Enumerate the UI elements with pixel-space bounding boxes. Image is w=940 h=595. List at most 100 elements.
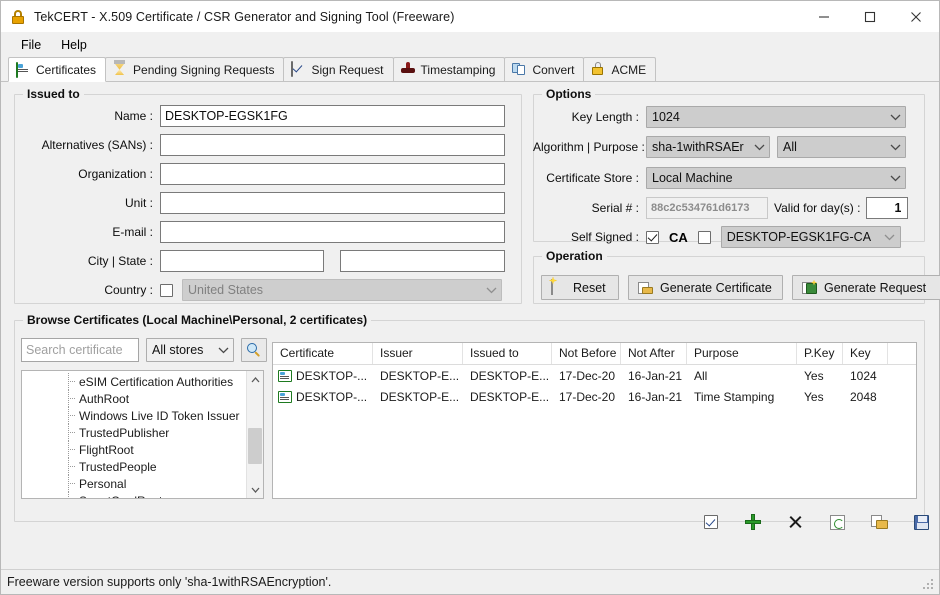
scroll-up-icon[interactable] [247, 371, 263, 388]
organization-input[interactable] [160, 163, 505, 185]
cell-certificate: DESKTOP-... [273, 390, 373, 404]
field-row-unit: Unit : [14, 192, 522, 214]
tab-timestamping[interactable]: Timestamping [392, 57, 506, 81]
ca-combobox[interactable]: DESKTOP-EGSK1FG-CA [720, 226, 901, 248]
generate-certificate-button[interactable]: Generate Certificate [628, 275, 783, 300]
country-checkbox[interactable] [160, 283, 173, 297]
column-header-certificate[interactable]: Certificate [273, 343, 373, 364]
key-length-combobox[interactable]: 1024 [646, 106, 906, 128]
ca-value: DESKTOP-EGSK1FG-CA [726, 230, 872, 244]
save-icon[interactable] [911, 512, 931, 532]
scroll-thumb[interactable] [248, 428, 262, 464]
email-input[interactable] [160, 221, 505, 243]
tab-label: Timestamping [420, 62, 496, 77]
resize-grip-icon[interactable] [923, 579, 935, 591]
cert-store-combobox[interactable]: Local Machine [646, 167, 906, 189]
tab-certificates[interactable]: Certificates [8, 57, 107, 82]
organization-label: Organization : [78, 167, 153, 181]
menu-item-file[interactable]: File [11, 35, 51, 55]
unit-label: Unit : [124, 196, 153, 210]
ca-checkbox[interactable] [697, 230, 711, 244]
tree-item[interactable]: Personal [22, 475, 246, 492]
chevron-down-icon [882, 234, 898, 241]
reset-button[interactable]: Reset [541, 275, 619, 300]
column-header-issued-to[interactable]: Issued to [463, 343, 552, 364]
maximize-button[interactable] [847, 1, 893, 32]
options-title: Options [542, 87, 596, 101]
scroll-down-icon[interactable] [247, 481, 263, 498]
status-bar: Freeware version supports only 'sha-1wit… [1, 569, 939, 594]
cell-certificate: DESKTOP-... [273, 369, 373, 383]
certificate-icon [278, 390, 292, 403]
menu-item-help[interactable]: Help [51, 35, 97, 55]
column-header-key[interactable]: Key [843, 343, 888, 364]
purpose-combobox[interactable]: All [777, 136, 906, 158]
valid-days-label: Valid for day(s) : [774, 201, 861, 215]
tree-vertical-scrollbar[interactable] [246, 371, 263, 498]
chevron-down-icon [215, 347, 231, 354]
add-icon[interactable] [743, 512, 763, 532]
tree-item[interactable]: TrustedPeople [22, 458, 246, 475]
column-header-not-before[interactable]: Not Before [552, 343, 621, 364]
tab-sign-request[interactable]: Sign Request [283, 57, 394, 81]
email-label: E-mail : [112, 225, 153, 239]
tree-item[interactable]: SmartCardRoot [22, 492, 246, 498]
minimize-button[interactable] [801, 1, 847, 32]
column-header-purpose[interactable]: Purpose [687, 343, 797, 364]
tree-item[interactable]: FlightRoot [22, 441, 246, 458]
cell-issuer: DESKTOP-E... [380, 368, 460, 383]
column-header-not-after[interactable]: Not After [621, 343, 687, 364]
certificate-store-tree[interactable]: eSIM Certification Authorities AuthRoot … [21, 370, 264, 499]
delete-icon[interactable] [785, 512, 805, 532]
valid-days-input[interactable] [866, 197, 909, 219]
cell-not-after: 16-Jan-21 [628, 389, 683, 404]
operation-buttons: Reset Generate Certificate Generate Requ… [541, 275, 940, 300]
column-header-pkey[interactable]: P.Key [797, 343, 843, 364]
tab-convert[interactable]: Convert [504, 57, 585, 81]
verify-icon[interactable] [701, 512, 721, 532]
alternatives-input[interactable] [160, 134, 505, 156]
search-button[interactable] [241, 338, 267, 362]
content-pane: Issued to Name : Alternatives (SANs) : O… [1, 82, 940, 569]
column-header-issuer[interactable]: Issuer [373, 343, 463, 364]
table-row[interactable]: DESKTOP-... DESKTOP-E... DESKTOP-E... 17… [273, 365, 916, 386]
city-input[interactable] [160, 250, 324, 272]
field-row-email: E-mail : [14, 221, 522, 243]
tree-item[interactable]: eSIM Certification Authorities [22, 373, 246, 390]
self-signed-checkbox[interactable] [646, 230, 659, 244]
field-row-country: Country : United States [14, 279, 522, 301]
certificate-icon [278, 369, 292, 382]
cell-not-before: 17-Dec-20 [559, 389, 616, 404]
certificate-action-bar [701, 512, 931, 532]
field-row-city-state: City | State : [14, 250, 522, 272]
application-window: TekCERT - X.509 Certificate / CSR Genera… [0, 0, 940, 595]
tab-strip: Certificates Pending Signing Requests Si… [1, 57, 939, 82]
search-input[interactable] [21, 338, 139, 362]
algorithm-value: sha-1withRSAEr [652, 140, 744, 154]
cell-not-after: 16-Jan-21 [628, 368, 683, 383]
export-icon[interactable] [869, 512, 889, 532]
tab-label: Pending Signing Requests [133, 62, 275, 77]
tab-acme[interactable]: ACME [583, 57, 657, 81]
cert-store-value: Local Machine [652, 171, 733, 185]
name-input[interactable] [160, 105, 505, 127]
algorithm-combobox[interactable]: sha-1withRSAEr [646, 136, 770, 158]
serial-input[interactable] [646, 197, 768, 219]
certificates-table[interactable]: Certificate Issuer Issued to Not Before … [272, 342, 917, 499]
tree-item[interactable]: TrustedPublisher [22, 424, 246, 441]
chevron-down-icon [887, 114, 903, 121]
state-input[interactable] [340, 250, 505, 272]
generate-request-button[interactable]: Generate Request [792, 275, 940, 300]
alternatives-label: Alternatives (SANs) : [41, 138, 153, 152]
table-row[interactable]: DESKTOP-... DESKTOP-E... DESKTOP-E... 17… [273, 386, 916, 407]
field-row-name: Name : [14, 105, 522, 127]
unit-input[interactable] [160, 192, 505, 214]
country-combobox[interactable]: United States [182, 279, 502, 301]
tree-item[interactable]: Windows Live ID Token Issuer [22, 407, 246, 424]
field-row-self-signed: Self Signed : CA DESKTOP-EGSK1FG-CA [533, 226, 925, 248]
close-button[interactable] [893, 1, 939, 32]
store-filter-combobox[interactable]: All stores [146, 338, 234, 362]
tree-item[interactable]: AuthRoot [22, 390, 246, 407]
tab-pending-signing-requests[interactable]: Pending Signing Requests [105, 57, 285, 81]
renew-icon[interactable] [827, 512, 847, 532]
